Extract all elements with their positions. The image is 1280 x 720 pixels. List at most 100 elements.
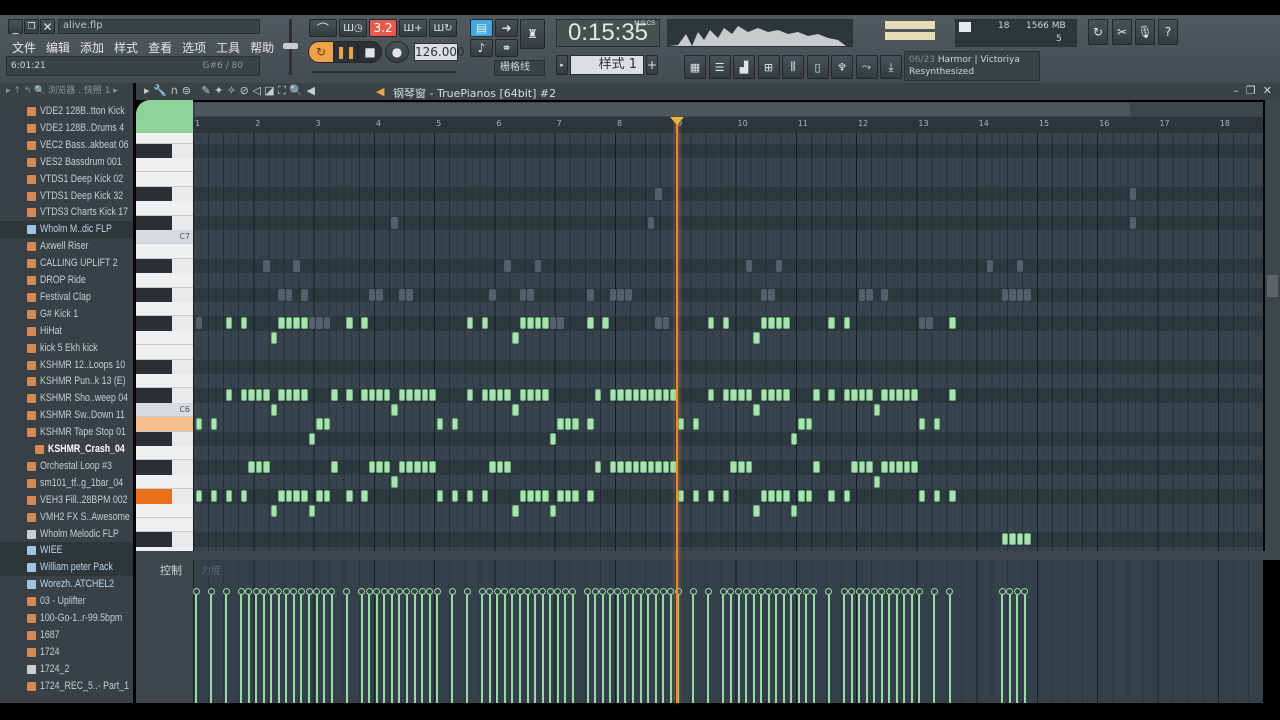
note[interactable] bbox=[210, 490, 218, 503]
velocity-bar[interactable] bbox=[564, 591, 567, 703]
black-key[interactable] bbox=[136, 258, 172, 274]
velocity-bar[interactable] bbox=[428, 591, 431, 703]
step-edit-button[interactable]: Ш+ bbox=[399, 19, 427, 37]
control-target-select[interactable]: 控制 bbox=[160, 562, 182, 578]
note[interactable] bbox=[240, 389, 248, 402]
note[interactable] bbox=[225, 389, 233, 402]
velocity-bar[interactable] bbox=[692, 591, 695, 703]
note[interactable] bbox=[753, 331, 760, 344]
velocity-bar[interactable] bbox=[775, 591, 778, 703]
note[interactable] bbox=[805, 490, 813, 503]
velocity-bar[interactable] bbox=[526, 591, 529, 703]
note[interactable] bbox=[624, 389, 632, 402]
browser-item[interactable]: VDE2 128B..Drums 4 bbox=[0, 120, 133, 137]
velocity-bar[interactable] bbox=[390, 591, 393, 703]
velocity-bar[interactable] bbox=[511, 591, 514, 703]
white-key[interactable] bbox=[136, 172, 193, 187]
browser-item[interactable]: HiHat bbox=[0, 323, 133, 340]
note[interactable] bbox=[270, 331, 278, 344]
menu-patterns[interactable]: 样式 bbox=[114, 41, 138, 55]
note[interactable] bbox=[278, 490, 285, 503]
velocity-bar[interactable] bbox=[662, 591, 665, 703]
white-key[interactable] bbox=[136, 446, 193, 461]
velocity-bar[interactable] bbox=[345, 591, 348, 703]
stop-button[interactable]: ■ bbox=[358, 41, 382, 63]
note[interactable] bbox=[783, 490, 790, 503]
note[interactable] bbox=[195, 418, 203, 431]
black-key[interactable] bbox=[136, 388, 172, 403]
velocity-bar[interactable] bbox=[948, 591, 951, 703]
help-icon[interactable]: ? bbox=[1158, 19, 1178, 45]
note[interactable] bbox=[881, 389, 888, 402]
note[interactable] bbox=[760, 389, 768, 402]
browser-item[interactable]: KSHMR Pun..k 13 (E) bbox=[0, 373, 133, 390]
note[interactable] bbox=[745, 389, 753, 402]
velocity-bar[interactable] bbox=[503, 591, 506, 703]
black-key[interactable] bbox=[136, 489, 172, 504]
note[interactable] bbox=[858, 461, 866, 474]
link-icon[interactable]: ⚭ bbox=[495, 39, 518, 57]
velocity-bar[interactable] bbox=[669, 591, 672, 703]
note[interactable] bbox=[873, 403, 881, 416]
velocity-bar[interactable] bbox=[413, 591, 416, 703]
velocity-bar[interactable] bbox=[375, 591, 378, 703]
note[interactable] bbox=[331, 461, 338, 474]
note[interactable] bbox=[722, 317, 730, 330]
note[interactable] bbox=[451, 418, 459, 431]
velocity-bar[interactable] bbox=[880, 591, 883, 703]
note[interactable] bbox=[316, 418, 323, 431]
note[interactable] bbox=[624, 461, 632, 474]
browser-item[interactable]: 100-Go-1..r-99.5bpm bbox=[0, 610, 133, 627]
velocity-bar[interactable] bbox=[609, 591, 612, 703]
white-key[interactable] bbox=[136, 474, 193, 490]
note[interactable] bbox=[768, 490, 775, 503]
menu-edit[interactable]: 编辑 bbox=[46, 41, 70, 55]
note[interactable] bbox=[361, 317, 368, 330]
velocity-bar[interactable] bbox=[1008, 591, 1011, 703]
note[interactable] bbox=[534, 490, 542, 503]
velocity-bar[interactable] bbox=[760, 591, 763, 703]
note[interactable] bbox=[391, 475, 398, 488]
note[interactable] bbox=[361, 389, 368, 402]
note[interactable] bbox=[707, 317, 715, 330]
note[interactable] bbox=[346, 317, 353, 330]
note[interactable] bbox=[692, 490, 700, 503]
browser-item[interactable]: KSHMR 12..Loops 10 bbox=[0, 357, 133, 374]
browser-item[interactable]: VTDS1 Deep Kick 32 bbox=[0, 188, 133, 205]
velocity-bar[interactable] bbox=[903, 591, 906, 703]
velocity-bar[interactable] bbox=[323, 591, 326, 703]
window-controls[interactable]: – ❐ ✕ bbox=[1233, 84, 1272, 97]
note[interactable] bbox=[383, 461, 391, 474]
velocity-bar[interactable] bbox=[466, 591, 469, 703]
note[interactable] bbox=[293, 317, 300, 330]
note[interactable] bbox=[798, 490, 805, 503]
note[interactable] bbox=[602, 317, 609, 330]
note[interactable] bbox=[527, 389, 534, 402]
record-button[interactable]: ● bbox=[385, 41, 409, 63]
countdown-button[interactable]: 3.2 bbox=[369, 19, 397, 37]
note[interactable] bbox=[421, 461, 429, 474]
browser-item[interactable]: Axwell Riser bbox=[0, 238, 133, 255]
minimize-button[interactable]: _ bbox=[8, 19, 23, 34]
note[interactable] bbox=[481, 317, 489, 330]
velocity-bar[interactable] bbox=[292, 591, 295, 703]
note[interactable] bbox=[300, 490, 308, 503]
arrow-icon[interactable]: ➜ bbox=[495, 19, 518, 37]
note[interactable] bbox=[911, 389, 918, 402]
note[interactable] bbox=[768, 389, 775, 402]
browser-item[interactable]: 1724_REC_5..- Part_1 bbox=[0, 678, 133, 695]
black-key[interactable] bbox=[136, 316, 172, 331]
velocity-bar[interactable] bbox=[481, 591, 484, 703]
note[interactable] bbox=[632, 389, 640, 402]
velocity-bar[interactable] bbox=[1016, 591, 1019, 703]
touch-controller-icon[interactable]: ⤳ bbox=[855, 55, 878, 79]
note[interactable] bbox=[1016, 533, 1024, 546]
black-key[interactable] bbox=[136, 143, 172, 158]
note[interactable] bbox=[609, 389, 617, 402]
velocity-bar[interactable] bbox=[1023, 591, 1026, 703]
note[interactable] bbox=[421, 389, 429, 402]
loop-record-button[interactable]: Ш↻ bbox=[429, 19, 457, 37]
velocity-bar[interactable] bbox=[255, 591, 258, 703]
browser-item[interactable]: 1724_2 bbox=[0, 661, 133, 678]
note[interactable] bbox=[640, 461, 647, 474]
